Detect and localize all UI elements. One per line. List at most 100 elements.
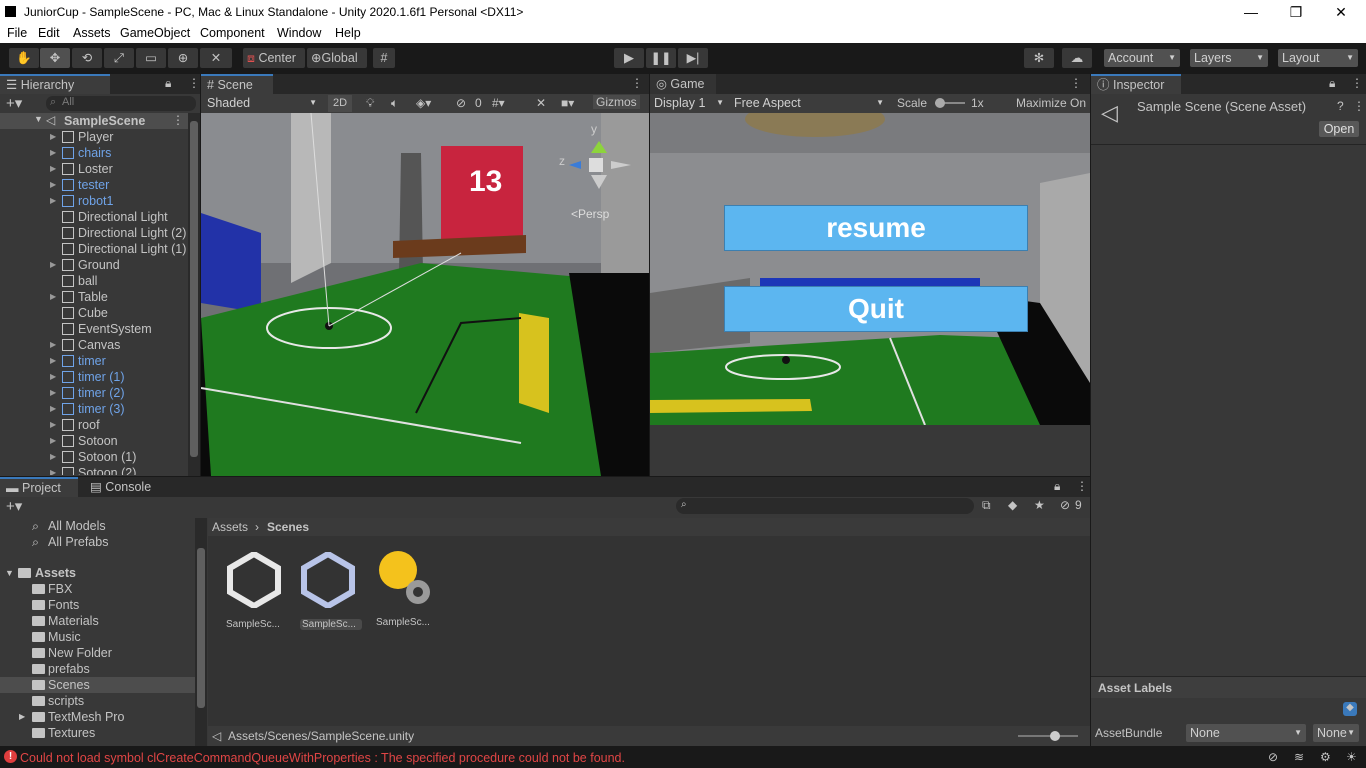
hierarchy-item[interactable]: ▶ Sotoon (1)	[0, 449, 188, 465]
hidden-objects-icon[interactable]: ⊘	[456, 96, 466, 110]
hidden-packages-icon[interactable]: ⊘	[1060, 498, 1070, 512]
minimize-button[interactable]: —	[1228, 2, 1274, 22]
hierarchy-scrollbar[interactable]	[188, 113, 200, 476]
project-lock-icon[interactable]: 🔒︎	[1054, 479, 1060, 494]
project-search-input[interactable]: ⌕	[676, 498, 974, 514]
expand-arrow-icon[interactable]: ▶	[50, 449, 56, 465]
folder-item[interactable]: New Folder	[0, 645, 195, 661]
rect-tool-icon[interactable]: ▭	[136, 48, 166, 68]
gizmos-dropdown[interactable]: Gizmos	[593, 95, 640, 109]
asset-item[interactable]: SampleSc...	[376, 550, 438, 632]
hierarchy-item[interactable]: ▶ Canvas	[0, 337, 188, 353]
play-button[interactable]: ▶	[614, 48, 644, 68]
hand-tool-icon[interactable]: ✋	[9, 48, 39, 68]
folder-item[interactable]: FBX	[0, 581, 195, 597]
inspector-lock-icon[interactable]: 🔒︎	[1329, 76, 1335, 91]
tab-hierarchy[interactable]: ☰ Hierarchy	[0, 74, 110, 94]
hierarchy-item[interactable]: Directional Light (2)	[0, 225, 188, 241]
menu-edit[interactable]: Edit	[38, 26, 60, 40]
expand-arrow-icon[interactable]: ▶	[50, 369, 56, 385]
folder-item[interactable]: Scenes	[0, 677, 195, 693]
filter-type-icon[interactable]: ⧉	[982, 498, 991, 513]
expand-arrow-icon[interactable]: ▶	[50, 417, 56, 433]
inspector-more-icon[interactable]: ⋮	[1351, 76, 1363, 90]
expand-arrow-icon[interactable]: ▶	[50, 465, 56, 475]
variant-dropdown[interactable]: None	[1313, 724, 1359, 742]
tab-project[interactable]: ▬ Project	[0, 477, 78, 497]
pivot-global-toggle[interactable]: ⊕Global	[307, 48, 367, 68]
expand-arrow-icon[interactable]: ▶	[50, 161, 56, 177]
icon-size-slider[interactable]	[1018, 731, 1078, 741]
hierarchy-item[interactable]: ▶ Sotoon (2)	[0, 465, 188, 475]
settings-icon[interactable]: ⋮	[1353, 99, 1365, 113]
auto-generate-lighting-icon[interactable]: ≋	[1294, 750, 1304, 764]
hierarchy-item[interactable]: ▶ roof	[0, 417, 188, 433]
label-tag-icon[interactable]: ◆	[1343, 702, 1357, 716]
hierarchy-search-input[interactable]: ⌕ All	[46, 96, 196, 111]
cache-server-icon[interactable]: ⚙	[1320, 750, 1331, 764]
hierarchy-item[interactable]: ▶ timer (2)	[0, 385, 188, 401]
layers-dropdown[interactable]: Layers	[1190, 49, 1268, 67]
resume-button[interactable]: resume	[724, 205, 1028, 251]
expand-arrow-icon[interactable]: ▶	[50, 193, 56, 209]
expand-arrow-icon[interactable]: ▶	[50, 289, 56, 305]
display-dropdown[interactable]: Display 1	[650, 94, 728, 112]
custom-tool-icon[interactable]: ✕	[200, 48, 232, 68]
hierarchy-item[interactable]: ▶ Ground	[0, 257, 188, 273]
debug-icon[interactable]: ⊘	[1268, 750, 1278, 764]
folder-item[interactable]: prefabs	[0, 661, 195, 677]
folder-scroll-thumb[interactable]	[197, 548, 205, 708]
step-button[interactable]: ▶|	[678, 48, 708, 68]
favorite-all-models[interactable]: ⌕ All Models	[0, 518, 195, 534]
hierarchy-scroll-thumb[interactable]	[190, 121, 198, 457]
folder-tree-scrollbar[interactable]	[195, 518, 207, 746]
restore-button[interactable]: ❐	[1273, 2, 1319, 22]
pivot-center-toggle[interactable]: ⧈ Center	[243, 48, 305, 68]
open-button[interactable]: Open	[1319, 121, 1359, 137]
icon-size-knob[interactable]	[1050, 731, 1060, 741]
hierarchy-item[interactable]: EventSystem	[0, 321, 188, 337]
asset-item[interactable]: SampleSc...	[226, 550, 286, 632]
expand-arrow-icon[interactable]: ▶	[50, 145, 56, 161]
aspect-dropdown[interactable]: Free Aspect	[730, 94, 888, 112]
lighting-bake-icon[interactable]: ☀	[1346, 750, 1357, 764]
help-icon[interactable]: ?	[1337, 99, 1344, 113]
favorite-star-icon[interactable]: ★	[1034, 498, 1045, 512]
hierarchy-item[interactable]: ▶ Player	[0, 129, 188, 145]
game-more-icon[interactable]: ⋮	[1070, 76, 1082, 90]
transform-tool-icon[interactable]: ⊕	[168, 48, 198, 68]
lighting-icon[interactable]: 💡︎	[366, 96, 374, 111]
menu-gameobject[interactable]: GameObject	[120, 26, 190, 40]
tab-console[interactable]: ▤ Console	[84, 477, 164, 497]
expand-arrow-icon[interactable]: ▶	[50, 433, 56, 449]
pause-button[interactable]: ❚❚	[646, 48, 676, 68]
assetbundle-dropdown[interactable]: None	[1186, 724, 1306, 742]
hierarchy-item[interactable]: ▶ timer (1)	[0, 369, 188, 385]
hierarchy-item[interactable]: Directional Light	[0, 209, 188, 225]
layout-dropdown[interactable]: Layout	[1278, 49, 1358, 67]
move-tool-icon[interactable]: ✥	[40, 48, 70, 68]
persp-label[interactable]: <Persp	[571, 207, 610, 221]
expand-arrow-icon[interactable]: ▶	[50, 337, 56, 353]
project-create-button[interactable]: +▾	[6, 497, 22, 515]
hierarchy-item[interactable]: ▶ robot1	[0, 193, 188, 209]
camera-icon[interactable]: ■▾	[561, 96, 574, 110]
scene-more-icon[interactable]: ⋮	[631, 76, 643, 90]
menu-component[interactable]: Component	[200, 26, 265, 40]
menu-window[interactable]: Window	[277, 26, 321, 40]
hierarchy-item[interactable]: ▶ timer	[0, 353, 188, 369]
scale-tool-icon[interactable]: ⤢	[104, 48, 134, 68]
favorite-all-prefabs[interactable]: ⌕ All Prefabs	[0, 534, 195, 550]
tools-icon[interactable]: ✕	[536, 96, 546, 110]
more-menu-icon[interactable]: ⋮	[188, 76, 200, 90]
folder-item[interactable]: ▶ TextMesh Pro	[0, 709, 195, 725]
scale-slider[interactable]	[935, 98, 965, 108]
rotate-tool-icon[interactable]: ⟲	[72, 48, 102, 68]
create-button[interactable]: +▾	[6, 94, 22, 112]
expand-arrow-icon[interactable]: ▶	[50, 401, 56, 417]
menu-help[interactable]: Help	[335, 26, 361, 40]
maximize-on-play-toggle[interactable]: Maximize On	[1016, 96, 1086, 110]
scene-root-row[interactable]: ▼ ◁ SampleScene ⋮	[0, 113, 188, 129]
cloud-icon[interactable]: ☁	[1062, 48, 1092, 68]
folder-item[interactable]: Materials	[0, 613, 195, 629]
